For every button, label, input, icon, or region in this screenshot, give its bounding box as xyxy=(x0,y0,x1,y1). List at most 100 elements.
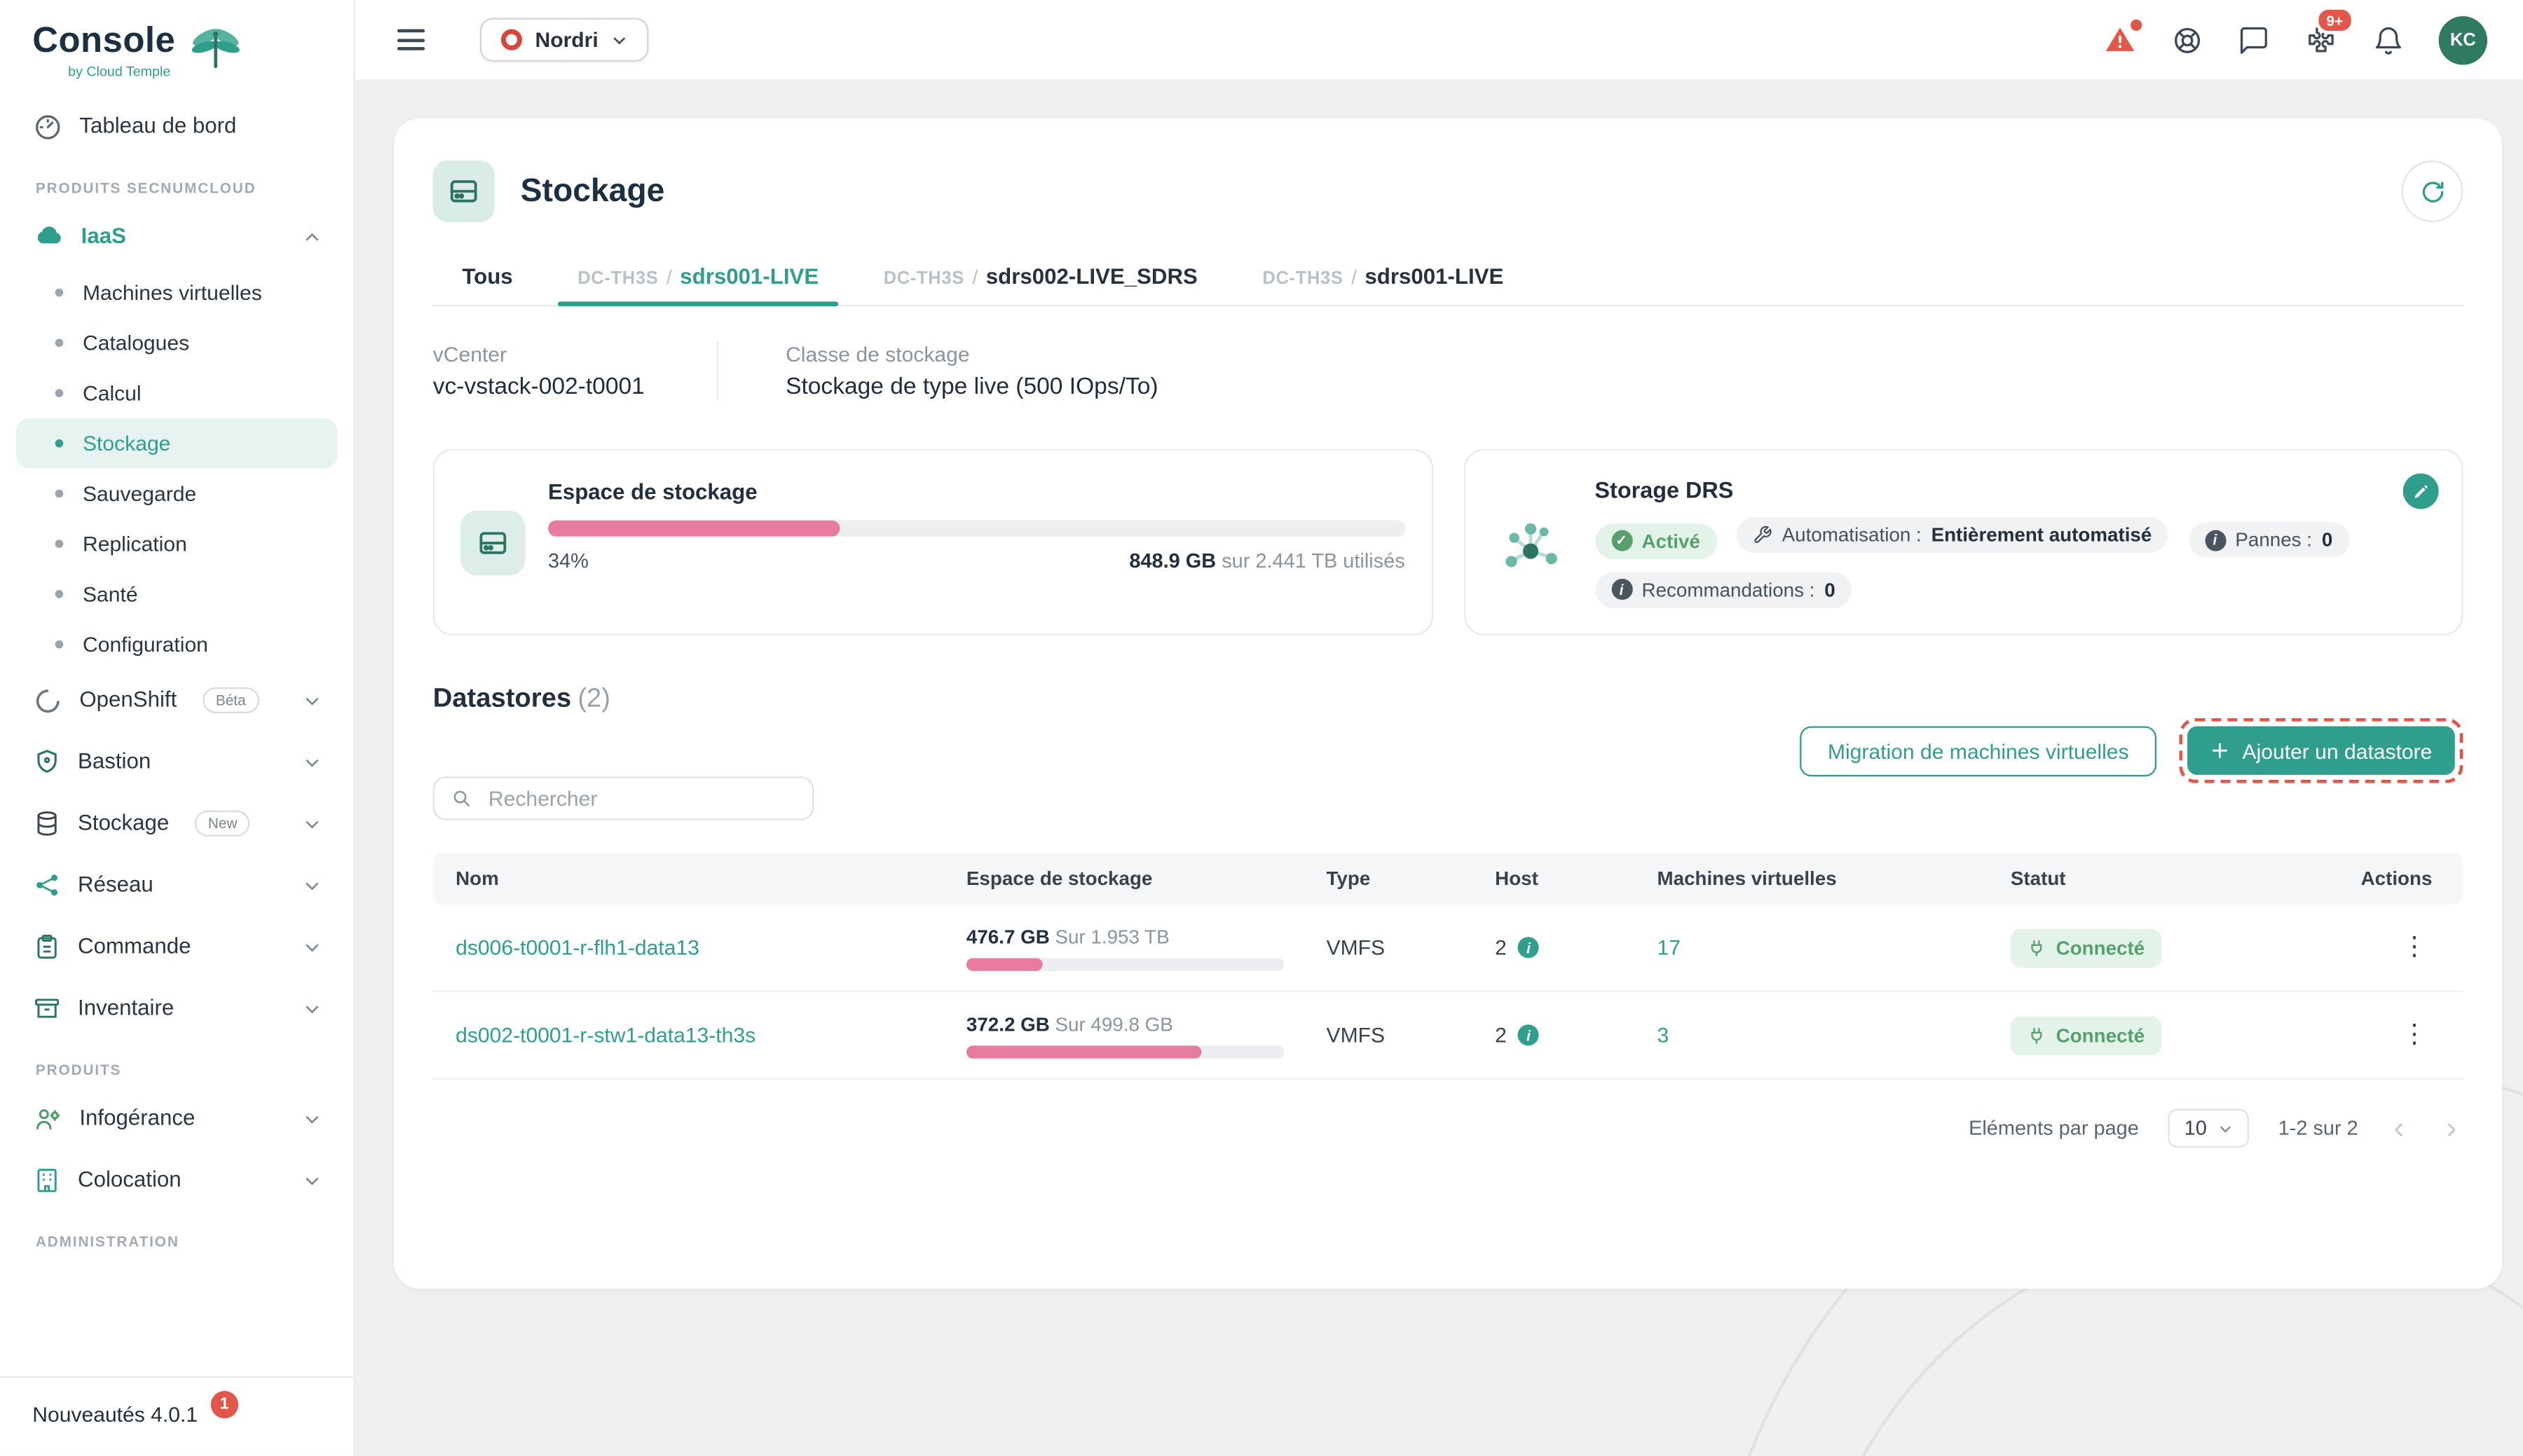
sidebar-item-stockage-active[interactable]: Stockage xyxy=(16,418,337,469)
tab-separator: / xyxy=(666,266,672,288)
sidebar-item-replication[interactable]: Replication xyxy=(16,518,337,569)
datastore-name-link[interactable]: ds002-t0001-r-stw1-data13-th3s xyxy=(456,1023,755,1048)
tab-separator: / xyxy=(1351,266,1357,288)
sidebar-item-colocation[interactable]: Colocation xyxy=(16,1149,337,1211)
status-badge: Connecté xyxy=(2011,928,2161,968)
chevron-down-icon xyxy=(303,753,321,771)
chevron-down-icon xyxy=(611,32,627,48)
sidebar-item-openshift[interactable]: OpenShift Béta xyxy=(16,670,337,732)
sidebar-item-dashboard[interactable]: Tableau de bord xyxy=(16,96,337,158)
cloud-icon xyxy=(32,221,64,253)
beta-badge: Béta xyxy=(203,687,259,714)
hamburger-menu-icon[interactable] xyxy=(391,22,432,57)
sidebar: Console by Cloud Temple xyxy=(0,0,355,1456)
sidebar-item-label: Tableau de bord xyxy=(79,110,236,142)
notification-badge: 1 xyxy=(211,1391,238,1418)
bullet-dot xyxy=(55,339,64,348)
table-row: ds002-t0001-r-stw1-data13-th3s 372.2 GB … xyxy=(433,992,2463,1080)
notifications-button[interactable] xyxy=(2372,24,2405,56)
row-type: VMFS xyxy=(1304,935,1472,960)
marketplace-button[interactable]: 9+ xyxy=(2304,22,2339,57)
chevron-down-icon xyxy=(2218,1121,2233,1136)
chevron-down-icon xyxy=(303,999,321,1017)
tab-prefix: DC-TH3S xyxy=(1262,269,1343,289)
sidebar-item-label: Santé xyxy=(83,582,138,607)
bullet-dot xyxy=(55,490,64,498)
bullet-dot xyxy=(55,540,64,548)
row-vms-link[interactable]: 17 xyxy=(1657,935,1680,960)
plug-icon xyxy=(2027,938,2046,957)
row-actions-menu[interactable]: ⋮ xyxy=(2401,1020,2427,1048)
vcenter-value: vc-vstack-002-t0001 xyxy=(433,374,645,400)
sidebar-item-configuration[interactable]: Configuration xyxy=(16,619,337,670)
sidebar-item-sauvegarde[interactable]: Sauvegarde xyxy=(16,469,337,519)
tab-sdrs001-live[interactable]: DC-TH3S / sdrs001-LIVE xyxy=(549,248,848,305)
sidebar-item-label: Sauvegarde xyxy=(83,481,196,506)
refresh-button[interactable] xyxy=(2401,160,2463,222)
whats-new-link[interactable]: Nouveautés 4.0.11 xyxy=(0,1376,353,1455)
tab-tous[interactable]: Tous xyxy=(433,248,542,305)
drive-icon xyxy=(460,510,526,575)
brand-logo[interactable]: Console by Cloud Temple xyxy=(0,0,353,96)
edit-drs-button[interactable] xyxy=(2403,474,2439,509)
feedback-button[interactable] xyxy=(2238,24,2270,56)
sidebar-item-reseau[interactable]: Réseau xyxy=(16,854,337,916)
sidebar-item-iaas[interactable]: IaaS xyxy=(16,206,337,268)
sidebar-item-label: Inventaire xyxy=(78,992,174,1024)
search-input[interactable] xyxy=(485,785,796,812)
sidebar-item-stockage-produit[interactable]: Stockage New xyxy=(16,792,337,854)
storage-used: 848.9 GB xyxy=(1129,549,1216,572)
sidebar-item-label: Commande xyxy=(78,930,191,963)
info-icon[interactable]: i xyxy=(1518,1024,1539,1045)
chevron-down-icon xyxy=(303,938,321,955)
storage-progress-bar xyxy=(548,521,1405,537)
sidebar-item-commande[interactable]: Commande xyxy=(16,916,337,977)
drs-recommendations-badge: i Recommandations : 0 xyxy=(1594,572,1851,607)
tab-prefix: DC-TH3S xyxy=(577,269,658,289)
row-actions-menu[interactable]: ⋮ xyxy=(2401,933,2427,960)
check-icon: ✓ xyxy=(1611,530,1632,551)
sidebar-item-machines-virtuelles[interactable]: Machines virtuelles xyxy=(16,268,337,318)
support-button[interactable] xyxy=(2171,24,2203,56)
tab-label: sdrs002-LIVE_SDRS xyxy=(986,264,1198,289)
drs-card-title: Storage DRS xyxy=(1594,476,2435,502)
add-datastore-button[interactable]: Ajouter un datastore xyxy=(2187,726,2455,774)
tab-sdrs001-live-2[interactable]: DC-TH3S / sdrs001-LIVE xyxy=(1233,248,1533,305)
comment-icon xyxy=(2238,24,2270,56)
alerts-button[interactable] xyxy=(2103,22,2138,57)
row-progress-bar xyxy=(966,957,1284,970)
sidebar-item-calcul[interactable]: Calcul xyxy=(16,368,337,418)
sidebar-item-bastion[interactable]: Bastion xyxy=(16,731,337,792)
row-host-count: 2 xyxy=(1495,1023,1507,1048)
sidebar-item-inventaire[interactable]: Inventaire xyxy=(16,977,337,1039)
storage-percent: 34% xyxy=(548,549,589,572)
datastore-name-link[interactable]: ds006-t0001-r-flh1-data13 xyxy=(456,935,699,960)
storage-page-icon xyxy=(433,160,495,222)
user-avatar[interactable]: KC xyxy=(2439,15,2487,64)
tenant-selector[interactable]: Nordri xyxy=(480,18,649,61)
pencil-icon xyxy=(2413,482,2429,500)
plug-icon xyxy=(2027,1025,2046,1045)
archive-box-icon xyxy=(32,994,62,1023)
bullet-dot xyxy=(55,590,64,598)
per-page-select[interactable]: 10 xyxy=(2168,1109,2249,1148)
new-badge: New xyxy=(195,810,250,837)
add-datastore-highlight: Ajouter un datastore xyxy=(2179,718,2463,783)
row-vms-link[interactable]: 3 xyxy=(1657,1023,1669,1048)
vcenter-label: vCenter xyxy=(433,342,645,366)
tab-sdrs002-live-sdrs[interactable]: DC-TH3S / sdrs002-LIVE_SDRS xyxy=(854,248,1226,305)
sidebar-item-catalogues[interactable]: Catalogues xyxy=(16,317,337,368)
next-page-button[interactable]: › xyxy=(2440,1113,2463,1143)
sidebar-item-label: IaaS xyxy=(81,221,126,253)
section-secnumcloud: PRODUITS SECNUMCLOUD xyxy=(16,157,337,205)
sidebar-item-label: Stockage xyxy=(78,807,169,839)
refresh-icon xyxy=(2419,177,2446,205)
migrate-vms-button[interactable]: Migration de machines virtuelles xyxy=(1800,725,2156,776)
datastore-search xyxy=(433,776,814,820)
col-header-actions: Actions xyxy=(2338,853,2468,905)
info-icon[interactable]: i xyxy=(1518,937,1539,958)
previous-page-button[interactable]: ‹ xyxy=(2387,1113,2410,1143)
sidebar-item-infogerance[interactable]: Infogérance xyxy=(16,1087,337,1149)
info-icon: i xyxy=(1611,579,1632,600)
sidebar-item-sante[interactable]: Santé xyxy=(16,569,337,619)
